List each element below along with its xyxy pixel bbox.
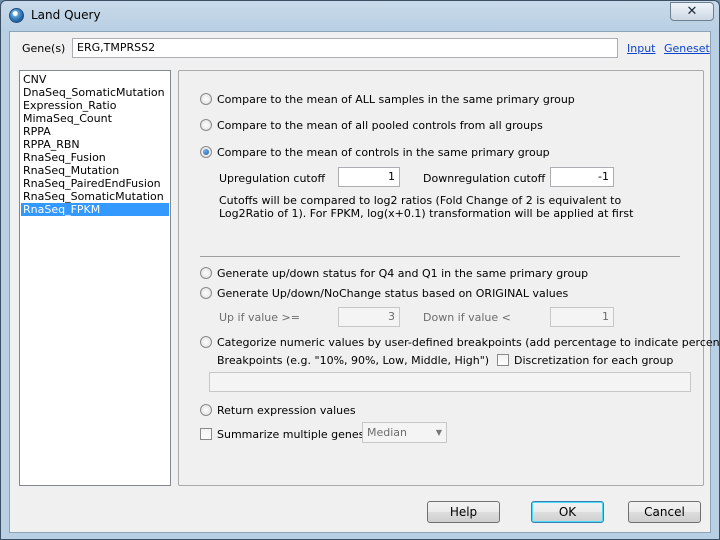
radio-return-expression[interactable] (200, 404, 212, 416)
dataset-list[interactable]: CNV DnaSeq_SomaticMutation Expression_Rati… (19, 70, 171, 486)
discretization-checkbox[interactable] (497, 354, 509, 366)
options-panel: Compare to the mean of ALL samples in th… (178, 70, 720, 486)
genes-label: Gene(s) (22, 42, 66, 55)
radio-mean-controls-label[interactable]: Compare to the mean of controls in the s… (217, 146, 550, 159)
geneset-link[interactable]: Geneset (664, 42, 710, 55)
cancel-button[interactable]: Cancel (628, 501, 701, 523)
radio-original-label[interactable]: Generate Up/down/NoChange status based o… (217, 287, 568, 300)
dataset-list-item[interactable]: RnaSeq_FPKM (21, 203, 169, 216)
title-bar[interactable]: Land Query ✕ (1, 1, 719, 31)
down-cutoff-input[interactable]: -1 (550, 167, 614, 187)
dataset-list-item[interactable]: DnaSeq_SomaticMutation (21, 86, 169, 99)
radio-original[interactable] (200, 287, 212, 299)
dataset-list-item[interactable]: RnaSeq_Mutation (21, 164, 169, 177)
up-cutoff-label: Upregulation cutoff (219, 172, 326, 185)
summarize-label[interactable]: Summarize multiple genes by (217, 428, 381, 441)
summarize-select-value: Median (367, 426, 408, 439)
dataset-list-item[interactable]: RPPA_RBN (21, 138, 169, 151)
discretization-label[interactable]: Discretization for each group (514, 354, 673, 367)
dataset-list-item[interactable]: RnaSeq_PairedEndFusion (21, 177, 169, 190)
down-cutoff-label: Downregulation cutoff (423, 172, 546, 185)
close-button[interactable]: ✕ (670, 2, 714, 21)
cutoff-note-line-2: Log2Ratio of 1). For FPKM, log(x+0.1) tr… (219, 207, 634, 220)
radio-q4-q1[interactable] (200, 267, 212, 279)
breakpoints-input[interactable] (209, 372, 691, 392)
chevron-down-icon: ▼ (435, 428, 442, 437)
radio-mean-all-label[interactable]: Compare to the mean of ALL samples in th… (217, 93, 575, 106)
radio-categorize[interactable] (200, 336, 212, 348)
up-if-input[interactable]: 3 (338, 307, 400, 327)
app-icon (9, 8, 24, 23)
breakpoints-label: Breakpoints (e.g. "10%, 90%, Low, Middle… (217, 354, 490, 367)
ok-button[interactable]: OK (531, 501, 604, 523)
close-icon: ✕ (686, 4, 698, 19)
dataset-list-item[interactable]: CNV (21, 73, 169, 86)
input-link[interactable]: Input (627, 42, 655, 55)
radio-return-expression-label[interactable]: Return expression values (217, 404, 356, 417)
summarize-select[interactable]: Median ▼ (362, 422, 447, 443)
dataset-list-item[interactable]: RPPA (21, 125, 169, 138)
radio-mean-controls[interactable] (200, 146, 212, 158)
down-if-input[interactable]: 1 (550, 307, 614, 327)
separator (200, 256, 680, 257)
radio-q4-q1-label[interactable]: Generate up/down status for Q4 and Q1 in… (217, 267, 588, 280)
summarize-checkbox[interactable] (200, 428, 212, 440)
cutoff-note-line-1: Cutoffs will be compared to log2 ratios … (219, 194, 622, 207)
radio-mean-all[interactable] (200, 93, 212, 105)
dataset-list-item[interactable]: Expression_Ratio (21, 99, 169, 112)
dataset-list-item[interactable]: RnaSeq_SomaticMutation (21, 190, 169, 203)
radio-mean-pooled-label[interactable]: Compare to the mean of all pooled contro… (217, 119, 543, 132)
help-button[interactable]: Help (427, 501, 500, 523)
dataset-list-item[interactable]: RnaSeq_Fusion (21, 151, 169, 164)
up-if-label: Up if value >= (219, 311, 300, 324)
dataset-list-item[interactable]: MimaSeq_Count (21, 112, 169, 125)
down-if-label: Down if value < (423, 311, 511, 324)
up-cutoff-input[interactable]: 1 (338, 167, 400, 187)
radio-mean-pooled[interactable] (200, 119, 212, 131)
window-title: Land Query (31, 8, 101, 22)
radio-categorize-label[interactable]: Categorize numeric values by user-define… (217, 336, 720, 349)
land-query-window: Land Query ✕ Gene(s) ERG,TMPRSS2 Input G… (0, 0, 720, 540)
dialog-body: Gene(s) ERG,TMPRSS2 Input Geneset CNV Dna… (9, 31, 720, 533)
genes-input[interactable]: ERG,TMPRSS2 (72, 38, 618, 58)
